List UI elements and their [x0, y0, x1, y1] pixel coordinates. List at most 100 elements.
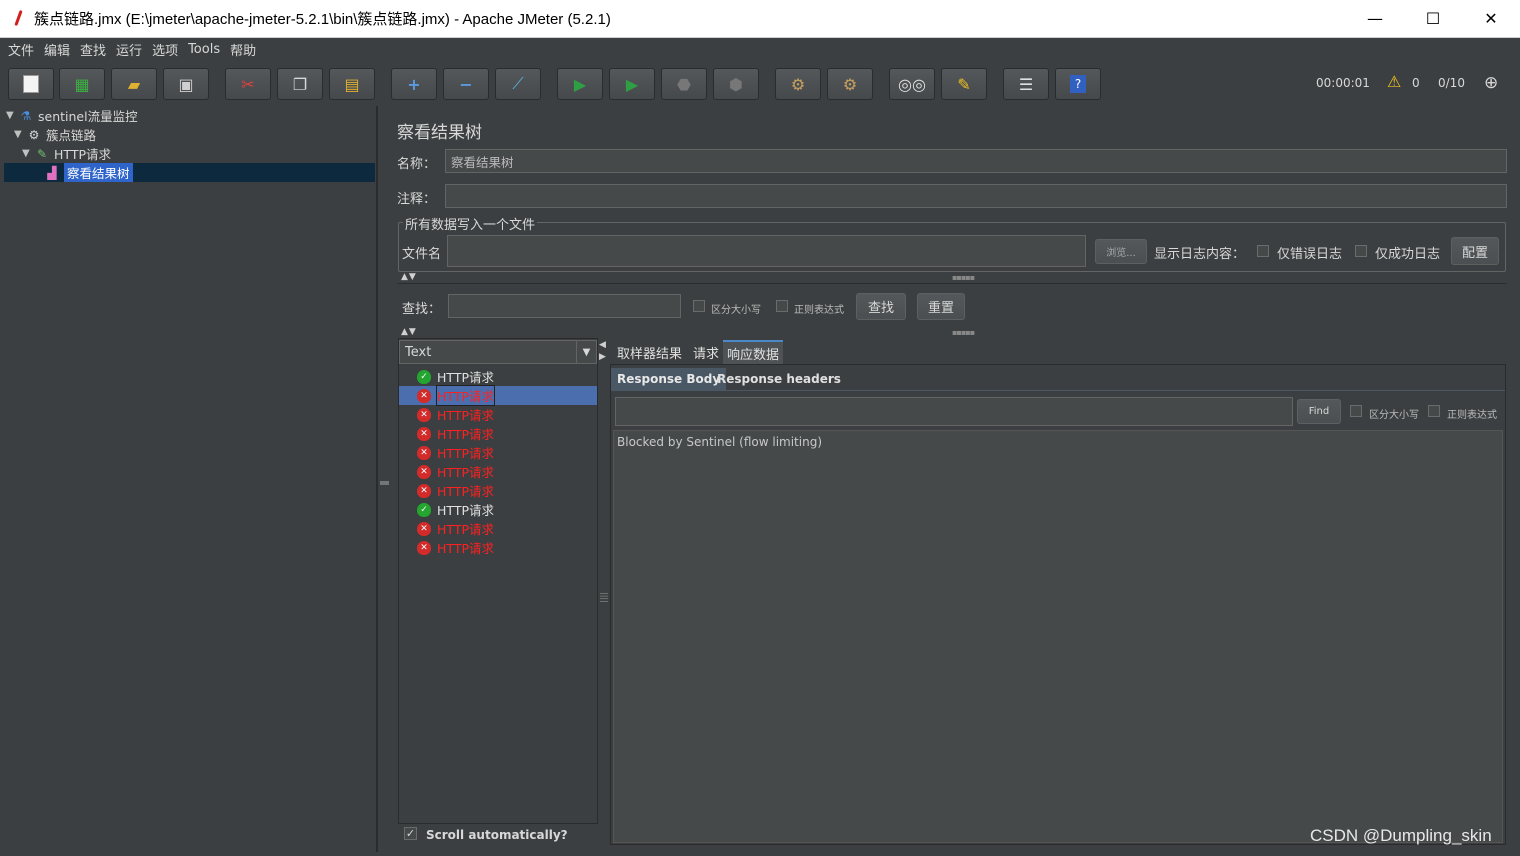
- expand-arrow-icon[interactable]: ▼: [14, 129, 26, 140]
- shutdown-button[interactable]: ⬢: [713, 68, 759, 100]
- result-label: HTTP请求: [437, 484, 494, 499]
- result-item[interactable]: ✕ HTTP请求: [399, 405, 597, 424]
- success-only-checkbox[interactable]: [1355, 245, 1367, 257]
- open-icon: ▰: [127, 74, 141, 94]
- regex-checkbox[interactable]: [776, 300, 788, 312]
- expand-arrow-icon[interactable]: ▼: [6, 110, 18, 121]
- new-button[interactable]: [8, 68, 54, 100]
- reset-search-button[interactable]: ✎: [941, 68, 987, 100]
- result-item[interactable]: ✕ HTTP请求: [399, 424, 597, 443]
- menu-search[interactable]: 查找: [80, 40, 106, 59]
- stop-button[interactable]: ⬣: [661, 68, 707, 100]
- menu-options[interactable]: 选项: [152, 40, 178, 59]
- tree-item-test-plan[interactable]: ▼ ⚗ sentinel流量监控: [6, 106, 138, 125]
- open-button[interactable]: ▰: [111, 68, 157, 100]
- menu-edit[interactable]: 编辑: [44, 40, 70, 59]
- cut-button[interactable]: ✂: [225, 68, 271, 100]
- function-helper-button[interactable]: ☰: [1003, 68, 1049, 100]
- toggle-button[interactable]: ⟋: [495, 68, 541, 100]
- find-input[interactable]: [615, 397, 1293, 426]
- minimize-button[interactable]: —: [1346, 0, 1404, 38]
- start-icon: ▶: [573, 74, 587, 94]
- clear-all-icon: ⚙: [842, 74, 858, 94]
- result-item[interactable]: ✕ HTTP请求: [399, 519, 597, 538]
- name-input[interactable]: 察看结果树: [445, 149, 1507, 173]
- result-item[interactable]: ✕ HTTP请求: [399, 481, 597, 500]
- result-item-selected[interactable]: ✕ HTTP请求: [399, 385, 597, 406]
- clear-button[interactable]: ⚙: [775, 68, 821, 100]
- find-case-checkbox[interactable]: [1350, 405, 1362, 417]
- collapse-left-arrow-icon[interactable]: ◀: [599, 340, 606, 350]
- add-button[interactable]: +: [391, 68, 437, 100]
- clear-all-button[interactable]: ⚙: [827, 68, 873, 100]
- help-button[interactable]: ?: [1055, 68, 1101, 100]
- tab-request[interactable]: 请求: [689, 340, 723, 364]
- start-button[interactable]: ▶: [557, 68, 603, 100]
- help-icon: ?: [1070, 75, 1086, 93]
- collapse-arrows-icon[interactable]: ▲▼: [401, 272, 417, 282]
- case-sensitive-label: 区分大小写: [711, 305, 761, 316]
- tab-response-data[interactable]: 响应数据: [723, 340, 784, 364]
- collapse-arrows-icon-2[interactable]: ▲▼: [401, 327, 417, 337]
- start-no-pauses-button[interactable]: ▶: [609, 68, 655, 100]
- expand-arrow-icon[interactable]: ▼: [22, 148, 34, 159]
- menu-run[interactable]: 运行: [116, 40, 142, 59]
- divider-grip-2[interactable]: ▪▪▪▪▪: [952, 328, 975, 337]
- maximize-button[interactable]: ☐: [1404, 0, 1462, 38]
- search-button-panel[interactable]: 查找: [856, 293, 906, 320]
- paste-button[interactable]: ▤: [329, 68, 375, 100]
- search-button[interactable]: ◎◎: [889, 68, 935, 100]
- templates-button[interactable]: ▦: [59, 68, 105, 100]
- renderer-select[interactable]: Text ▼: [399, 340, 597, 364]
- error-shield-icon: ✕: [417, 464, 431, 479]
- remove-button[interactable]: −: [443, 68, 489, 100]
- error-shield-icon: ✕: [417, 445, 431, 460]
- find-regex-checkbox[interactable]: [1428, 405, 1440, 417]
- menu-tools[interactable]: Tools: [188, 42, 220, 57]
- result-item[interactable]: ✕ HTTP请求: [399, 443, 597, 462]
- remove-icon: −: [459, 74, 473, 94]
- divider-grip[interactable]: ▪▪▪▪▪: [952, 273, 975, 282]
- watermark: CSDN @Dumpling_skin: [1310, 826, 1492, 845]
- comment-input[interactable]: [445, 184, 1507, 208]
- expand-right-arrow-icon[interactable]: ▶: [599, 352, 606, 362]
- close-button[interactable]: ✕: [1462, 0, 1520, 38]
- find-case-label: 区分大小写: [1369, 410, 1419, 421]
- result-item[interactable]: ✕ HTTP请求: [399, 462, 597, 481]
- subtab-response-headers[interactable]: Response headers: [711, 368, 847, 390]
- subtab-response-body[interactable]: Response Body: [611, 368, 727, 390]
- find-button[interactable]: Find: [1297, 399, 1341, 424]
- jmeter-feather-icon: [12, 10, 26, 28]
- list-splitter-grip[interactable]: ||||: [600, 592, 609, 603]
- search-input[interactable]: [448, 294, 681, 318]
- chevron-down-icon[interactable]: ▼: [576, 341, 596, 363]
- test-plan-tree: ▼ ⚗ sentinel流量监控 ▼ ⚙ 簇点链路 ▼ ✎ HTTP请求 ▟ 察…: [4, 106, 377, 852]
- copy-button[interactable]: ❐: [277, 68, 323, 100]
- main-splitter[interactable]: ||||: [377, 106, 389, 852]
- response-body-text[interactable]: Blocked by Sentinel (flow limiting): [613, 430, 1503, 843]
- browse-button[interactable]: 浏览...: [1095, 239, 1147, 264]
- menu-file[interactable]: 文件: [8, 40, 34, 59]
- stop-icon: ⬣: [677, 74, 691, 94]
- chart-icon: ▟: [47, 165, 57, 180]
- filename-input[interactable]: [447, 235, 1086, 267]
- warning-icon[interactable]: ⚠: [1387, 72, 1401, 91]
- menu-help[interactable]: 帮助: [230, 40, 256, 59]
- configure-button[interactable]: 配置: [1451, 237, 1499, 265]
- result-item[interactable]: ✓ HTTP请求: [399, 500, 597, 519]
- scroll-auto-checkbox[interactable]: ✓: [404, 827, 417, 840]
- result-label: HTTP请求: [437, 370, 494, 385]
- save-button[interactable]: ▣: [163, 68, 209, 100]
- reset-button[interactable]: 重置: [917, 293, 965, 320]
- case-sensitive-checkbox[interactable]: [693, 300, 705, 312]
- add-icon: +: [407, 74, 421, 94]
- remote-globe-icon: ⊕: [1484, 73, 1499, 93]
- tree-item-results-tree[interactable]: ▟ 察看结果树: [4, 163, 375, 182]
- tree-item-http-sampler[interactable]: ▼ ✎ HTTP请求: [22, 144, 111, 163]
- scroll-auto-label: Scroll automatically?: [426, 828, 568, 842]
- result-item[interactable]: ✕ HTTP请求: [399, 538, 597, 557]
- tree-item-thread-group[interactable]: ▼ ⚙ 簇点链路: [14, 125, 96, 144]
- errors-only-checkbox[interactable]: [1257, 245, 1269, 257]
- result-item[interactable]: ✓ HTTP请求: [399, 367, 597, 386]
- tab-sampler-result[interactable]: 取样器结果: [613, 340, 686, 364]
